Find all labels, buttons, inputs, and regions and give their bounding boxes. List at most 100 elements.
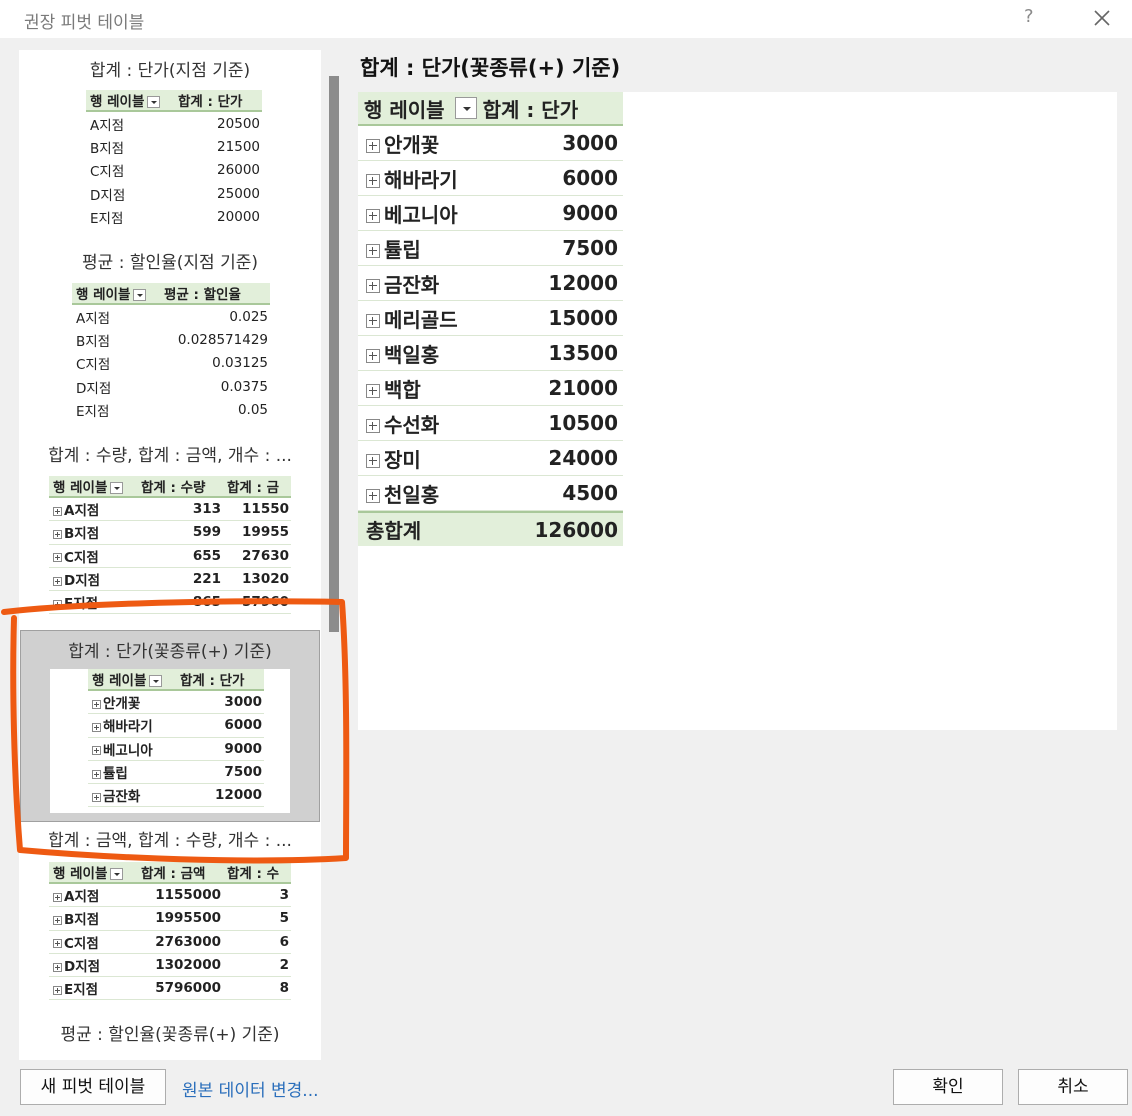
scrollbar-thumb[interactable]	[329, 76, 339, 632]
mini-pivot-table: 행 레이블 합계 : 단가 안개꽃 3000 해바라기 6000 베고니아 9000 …	[88, 669, 264, 808]
change-source-data-link[interactable]: 원본 데이터 변경...	[182, 1076, 319, 1101]
list-item[interactable]: 평균 : 할인율(지점 기준) 행 레이블 평균 : 할인율 A지점 0.025 …	[19, 242, 321, 432]
row-value: 19955	[242, 524, 289, 541]
expand-icon[interactable]	[92, 722, 101, 732]
cancel-button[interactable]: 취소	[1018, 1069, 1128, 1105]
column-header: 행 레이블	[364, 97, 445, 122]
expand-icon[interactable]	[92, 746, 101, 756]
expand-icon[interactable]	[53, 553, 62, 563]
expand-icon[interactable]	[366, 349, 380, 363]
expand-icon[interactable]	[53, 892, 62, 902]
column-header: 합계 : 수량	[141, 480, 206, 496]
row-value: 57960	[242, 594, 289, 611]
table-row: 베고니아 9000	[88, 738, 264, 761]
help-button[interactable]: ?	[1024, 6, 1034, 27]
row-value: 6000	[224, 717, 262, 734]
expand-icon[interactable]	[53, 506, 62, 516]
expand-icon[interactable]	[366, 419, 380, 433]
list-item[interactable]: 합계 : 단가(지점 기준) 행 레이블 합계 : 단가 A지점 20500 B지…	[19, 50, 321, 240]
dropdown-icon	[147, 96, 161, 108]
table-row: 튤립 7500	[88, 761, 264, 785]
expand-icon[interactable]	[53, 939, 62, 949]
expand-icon[interactable]	[366, 314, 380, 328]
expand-icon[interactable]	[53, 529, 62, 539]
row-value: 0.03125	[212, 355, 268, 372]
row-value: 126000	[534, 517, 619, 542]
column-header: 합계 : 단가	[180, 673, 245, 689]
expand-icon[interactable]	[53, 915, 62, 925]
row-value: 2	[279, 957, 289, 974]
row-value: 221	[192, 571, 221, 588]
expand-icon[interactable]	[53, 576, 62, 586]
expand-icon[interactable]	[366, 244, 380, 258]
table-row: E지점 0.05	[72, 398, 270, 421]
table-row: 베고니아 9000	[358, 196, 623, 231]
table-row: 금잔화 12000	[88, 784, 264, 808]
column-header: 행 레이블	[53, 866, 108, 882]
row-label: E지점	[90, 210, 124, 227]
expand-icon[interactable]	[92, 699, 101, 709]
row-value: 0.0375	[220, 378, 268, 395]
column-header: 합계 : 수	[227, 866, 280, 882]
row-value: 8	[279, 980, 289, 997]
expand-icon[interactable]	[53, 985, 62, 995]
close-icon[interactable]	[1090, 6, 1114, 30]
expand-icon[interactable]	[366, 279, 380, 293]
table-header: 행 레이블 합계 : 수량 합계 : 금	[49, 476, 291, 498]
row-value: 3	[279, 887, 289, 904]
table-header: 행 레이블 합계 : 단가	[88, 669, 264, 691]
list-item[interactable]: 합계 : 수량, 합계 : 금액, 개수 : ... 행 레이블 합계 : 수량…	[19, 435, 321, 625]
mini-pivot-table: 행 레이블 합계 : 금액 합계 : 수 A지점 1155000 3 B지점 1995…	[49, 862, 291, 1001]
column-header: 평균 : 할인율	[164, 287, 241, 303]
row-value: 7500	[562, 236, 618, 260]
list-scrollbar[interactable]	[327, 50, 341, 1060]
row-value: 0.028571429	[177, 331, 268, 348]
row-label: A지점	[64, 503, 100, 520]
list-item[interactable]: 합계 : 금액, 합계 : 수량, 개수 : ... 행 레이블 합계 : 금액…	[19, 824, 321, 1014]
list-item[interactable]: 평균 : 할인율(꽃종류(+) 기준)	[19, 1016, 321, 1060]
row-value: 4500	[562, 481, 618, 505]
table-row: D지점 221 13020	[49, 568, 291, 592]
row-value: 1302000	[155, 957, 221, 974]
row-label: B지점	[64, 526, 100, 543]
row-value: 6000	[562, 166, 618, 190]
row-value: 13020	[242, 571, 289, 588]
row-value: 20000	[217, 208, 260, 225]
expand-icon[interactable]	[366, 384, 380, 398]
mini-pivot-table: 행 레이블 평균 : 할인율 A지점 0.025 B지점 0.028571429 C…	[72, 283, 270, 421]
row-label: 메리골드	[384, 307, 458, 332]
column-header: 행 레이블	[92, 673, 147, 689]
column-header: 합계 : 금	[227, 480, 280, 496]
table-row: C지점 26000	[86, 159, 262, 182]
table-header: 행 레이블 평균 : 할인율	[72, 283, 270, 305]
list-item-selected[interactable]: 합계 : 단가(꽃종류(+) 기준) 행 레이블 합계 : 단가 안개꽃 3000…	[20, 630, 320, 822]
column-header: 행 레이블	[76, 287, 131, 303]
expand-icon[interactable]	[366, 174, 380, 188]
row-value: 21500	[217, 138, 260, 155]
dropdown-icon[interactable]	[454, 97, 477, 119]
row-value: 599	[192, 524, 221, 541]
table-row: 금잔화 12000	[358, 266, 623, 301]
expand-icon[interactable]	[92, 769, 101, 779]
ok-button[interactable]: 확인	[893, 1069, 1003, 1105]
new-pivot-table-button[interactable]: 새 피벗 테이블	[20, 1069, 166, 1105]
table-row: C지점 655 27630	[49, 545, 291, 568]
expand-icon[interactable]	[366, 489, 380, 503]
dropdown-icon	[110, 482, 124, 494]
list-item-title: 평균 : 할인율(꽃종류(+) 기준)	[60, 1025, 280, 1045]
recommended-list[interactable]: 합계 : 단가(지점 기준) 행 레이블 합계 : 단가 A지점 20500 B지…	[19, 50, 321, 1060]
dropdown-icon	[149, 675, 163, 687]
table-row: 메리골드 15000	[358, 301, 623, 336]
dropdown-icon	[133, 289, 147, 301]
expand-icon[interactable]	[366, 139, 380, 153]
expand-icon[interactable]	[92, 792, 101, 802]
row-value: 24000	[548, 446, 618, 470]
column-header: 합계 : 단가	[482, 97, 579, 122]
row-label: 장미	[384, 447, 421, 472]
expand-icon[interactable]	[53, 962, 62, 972]
expand-icon[interactable]	[366, 454, 380, 468]
expand-icon[interactable]	[366, 209, 380, 223]
row-label: B지점	[76, 333, 111, 350]
row-label: E지점	[64, 982, 99, 999]
expand-icon[interactable]	[53, 599, 62, 609]
